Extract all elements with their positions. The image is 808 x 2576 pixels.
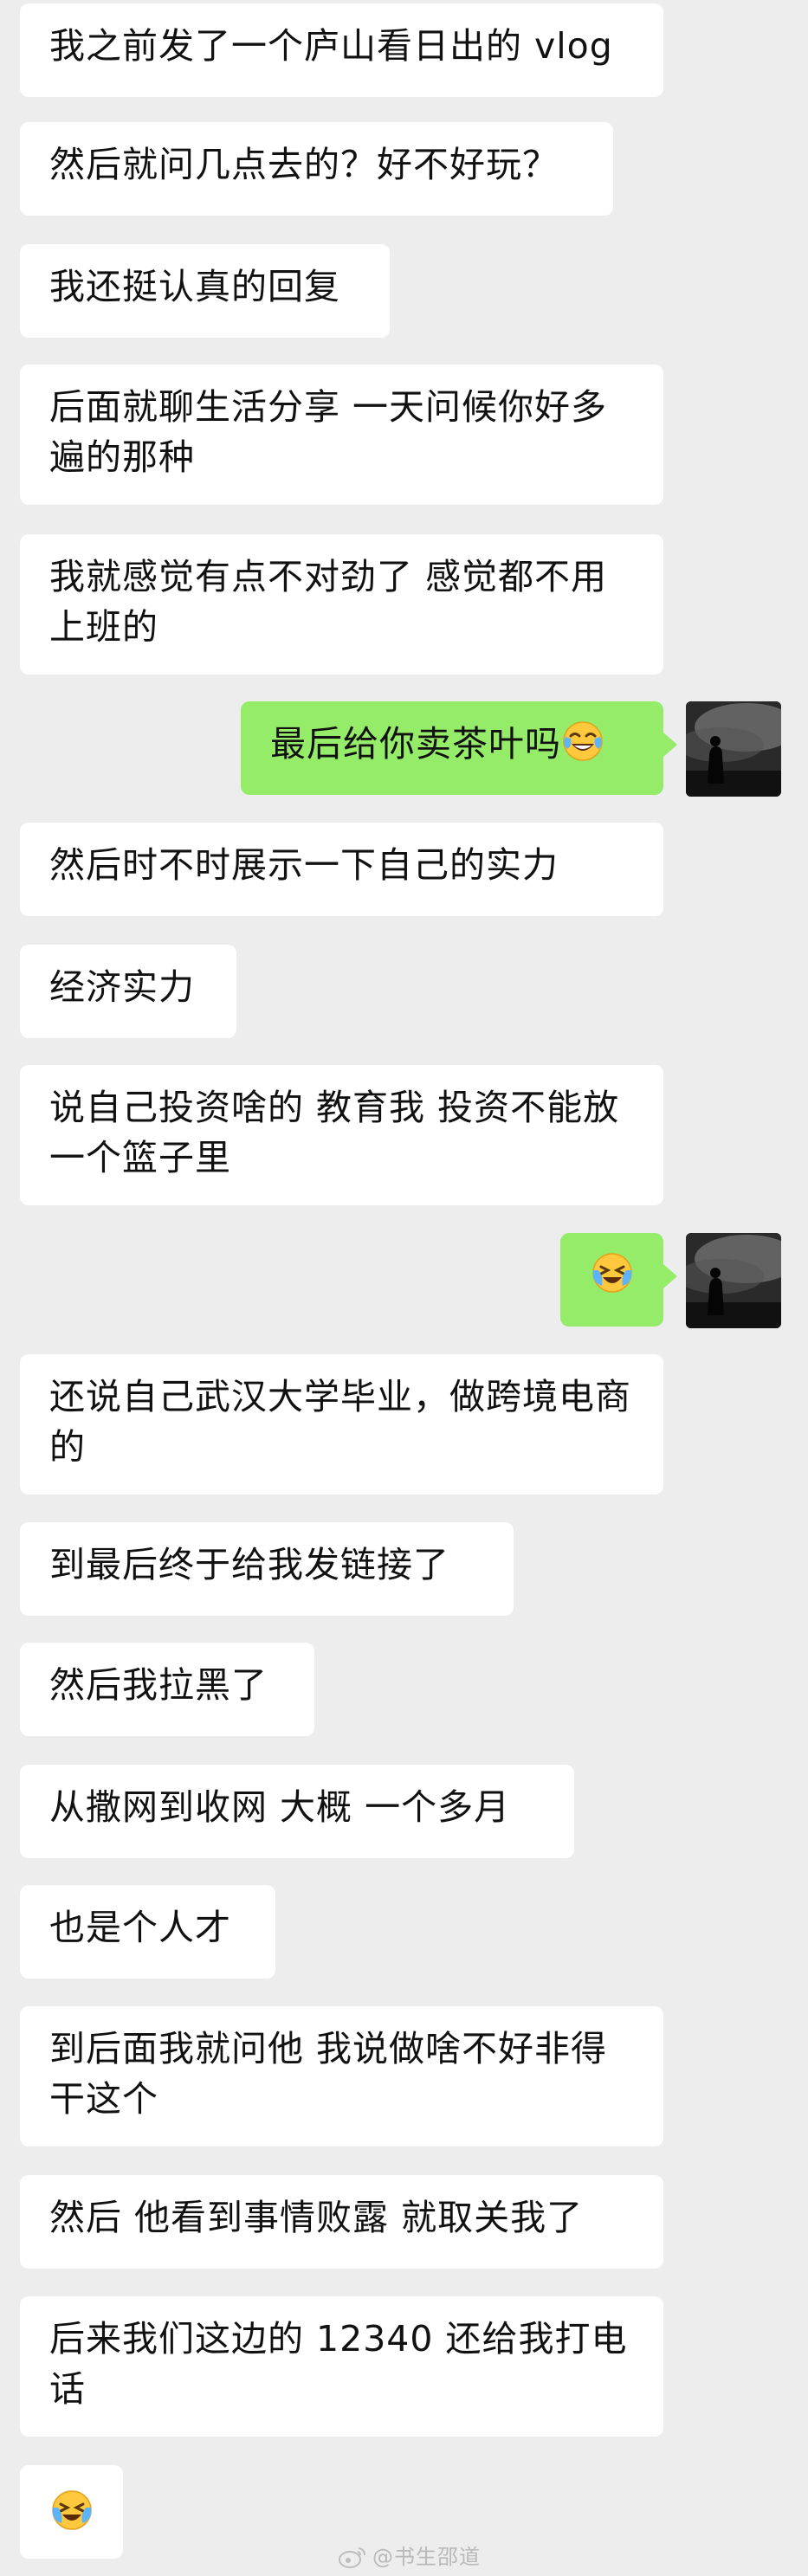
message-text: 说自己投资啥的 教育我 投资不能放一个篮子里: [49, 1087, 620, 1178]
crying-laughing-emoji-icon: [50, 2489, 94, 2532]
message-text: 还说自己武汉大学毕业，做跨境电商的: [49, 1376, 631, 1468]
user-avatar[interactable]: [686, 701, 781, 797]
message-text: 我就感觉有点不对劲了 感觉都不用上班的: [49, 556, 608, 648]
message-bubble[interactable]: 然后 他看到事情败露 就取关我了: [20, 2175, 663, 2269]
message-bubble[interactable]: 我就感觉有点不对劲了 感觉都不用上班的: [20, 534, 663, 675]
message-bubble[interactable]: 然后就问几点去的？好不好玩？: [20, 122, 613, 216]
tears-of-joy-emoji-icon: [561, 720, 604, 763]
crying-laughing-emoji-icon: [591, 1251, 634, 1294]
message-bubble[interactable]: 然后我拉黑了: [20, 1643, 314, 1736]
message-bubble[interactable]: [560, 1233, 677, 1327]
message-bubble[interactable]: 然后时不时展示一下自己的实力: [20, 823, 663, 916]
message-bubble[interactable]: 最后给你卖茶叶吗: [241, 701, 677, 795]
user-avatar[interactable]: [686, 1233, 781, 1328]
message-text: 然后 他看到事情败露 就取关我了: [49, 2197, 584, 2238]
message-bubble[interactable]: 从撒网到收网 大概 一个多月: [20, 1765, 574, 1858]
chat-area[interactable]: 我之前发了一个庐山看日出的 vlog 然后就问几点去的？好不好玩？ 我还挺认真的…: [0, 0, 808, 2576]
message-bubble[interactable]: 到后面我就问他 我说做啥不好非得干这个: [20, 2006, 663, 2147]
message-text: 也是个人才: [49, 1907, 231, 1948]
message-bubble[interactable]: [20, 2465, 123, 2559]
message-text: 后来我们这边的 12340 还给我打电话: [49, 2318, 628, 2410]
message-bubble[interactable]: 后来我们这边的 12340 还给我打电话: [20, 2296, 663, 2437]
message-text: 到最后终于给我发链接了: [49, 1544, 449, 1585]
message-text: 最后给你卖茶叶吗: [270, 723, 561, 765]
message-bubble[interactable]: 后面就聊生活分享 一天问候你好多遍的那种: [20, 365, 663, 505]
message-text: 我之前发了一个庐山看日出的 vlog: [49, 25, 613, 67]
message-text: 到后面我就问他 我说做啥不好非得干这个: [49, 2028, 608, 2120]
message-text: 然后时不时展示一下自己的实力: [49, 844, 559, 886]
message-bubble[interactable]: 经济实力: [20, 945, 236, 1038]
message-text: 我还挺认真的回复: [49, 266, 340, 307]
message-bubble[interactable]: 说自己投资啥的 教育我 投资不能放一个篮子里: [20, 1065, 663, 1205]
message-text: 然后我拉黑了: [49, 1664, 268, 1706]
watermark-text: @书生邵道: [372, 2545, 481, 2569]
message-text: 后面就聊生活分享 一天问候你好多遍的那种: [49, 386, 608, 478]
message-text: 从撒网到收网 大概 一个多月: [49, 1786, 511, 1828]
message-bubble[interactable]: 我之前发了一个庐山看日出的 vlog: [20, 3, 663, 97]
message-bubble[interactable]: 到最后终于给我发链接了: [20, 1522, 514, 1616]
message-bubble[interactable]: 还说自己武汉大学毕业，做跨境电商的: [20, 1354, 663, 1495]
weibo-icon: [338, 2545, 367, 2569]
message-text: 然后就问几点去的？好不好玩？: [49, 144, 559, 185]
watermark: @书生邵道: [338, 2544, 481, 2570]
message-bubble[interactable]: 我还挺认真的回复: [20, 244, 390, 338]
message-bubble[interactable]: 也是个人才: [20, 1885, 275, 1979]
message-text: 经济实力: [49, 966, 195, 1008]
